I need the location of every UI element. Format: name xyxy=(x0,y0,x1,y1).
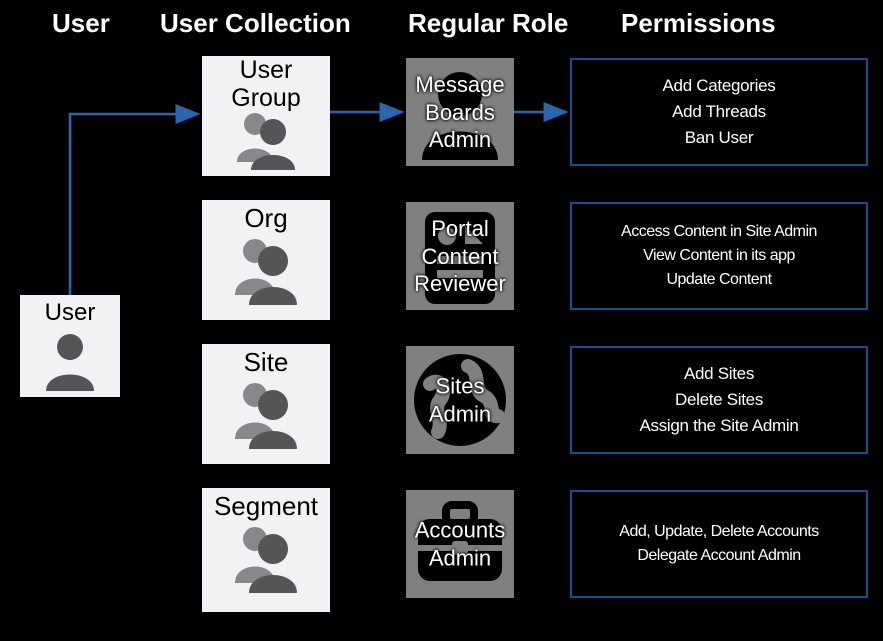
role-sites-admin: SitesAdmin xyxy=(406,346,514,454)
permissions-sites: Add Sites Delete Sites Assign the Site A… xyxy=(570,346,868,454)
header-permissions: Permissions xyxy=(621,8,776,39)
collection-site: Site xyxy=(202,344,330,464)
permission-item: Delete Sites xyxy=(675,390,763,410)
permission-item: Add Categories xyxy=(663,76,776,96)
header-collection: User Collection xyxy=(160,8,351,39)
role-label: MessageBoardsAdmin xyxy=(406,71,514,154)
collection-segment: Segment xyxy=(202,488,330,612)
header-role: Regular Role xyxy=(408,8,568,39)
header-user: User xyxy=(52,8,110,39)
group-icon xyxy=(229,523,303,593)
user-node-label: User xyxy=(20,295,120,327)
role-label: PortalContentReviewer xyxy=(406,215,514,298)
group-icon xyxy=(229,235,303,305)
collection-label: Site xyxy=(202,344,330,377)
permission-item: Add Sites xyxy=(684,364,754,384)
collection-label: Org xyxy=(202,200,330,233)
permission-item: Update Content xyxy=(666,271,771,289)
permissions-message-boards: Add Categories Add Threads Ban User xyxy=(570,58,868,166)
collection-org: Org xyxy=(202,200,330,320)
permission-item: View Content in its app xyxy=(643,247,795,265)
role-accounts-admin: AccountsAdmin xyxy=(406,490,514,598)
user-node: User xyxy=(20,295,120,397)
collection-user-group: UserGroup xyxy=(202,56,330,176)
permission-item: Add, Update, Delete Accounts xyxy=(619,523,818,541)
collection-label: UserGroup xyxy=(202,56,330,112)
person-icon xyxy=(42,331,98,391)
permission-item: Assign the Site Admin xyxy=(639,416,798,436)
permission-item: Access Content in Site Admin xyxy=(621,223,817,241)
group-icon xyxy=(229,110,303,170)
collection-label: Segment xyxy=(202,488,330,521)
permission-item: Ban User xyxy=(685,128,753,148)
permissions-portal-content: Access Content in Site Admin View Conten… xyxy=(570,202,868,310)
role-label: SitesAdmin xyxy=(406,373,514,428)
role-label: AccountsAdmin xyxy=(406,517,514,572)
role-portal-content-reviewer: PortalContentReviewer xyxy=(406,202,514,310)
permission-item: Add Threads xyxy=(672,102,766,122)
role-message-boards-admin: MessageBoardsAdmin xyxy=(406,58,514,166)
permission-item: Delegate Account Admin xyxy=(637,547,800,565)
group-icon xyxy=(229,379,303,449)
permissions-accounts: Add, Update, Delete Accounts Delegate Ac… xyxy=(570,490,868,598)
